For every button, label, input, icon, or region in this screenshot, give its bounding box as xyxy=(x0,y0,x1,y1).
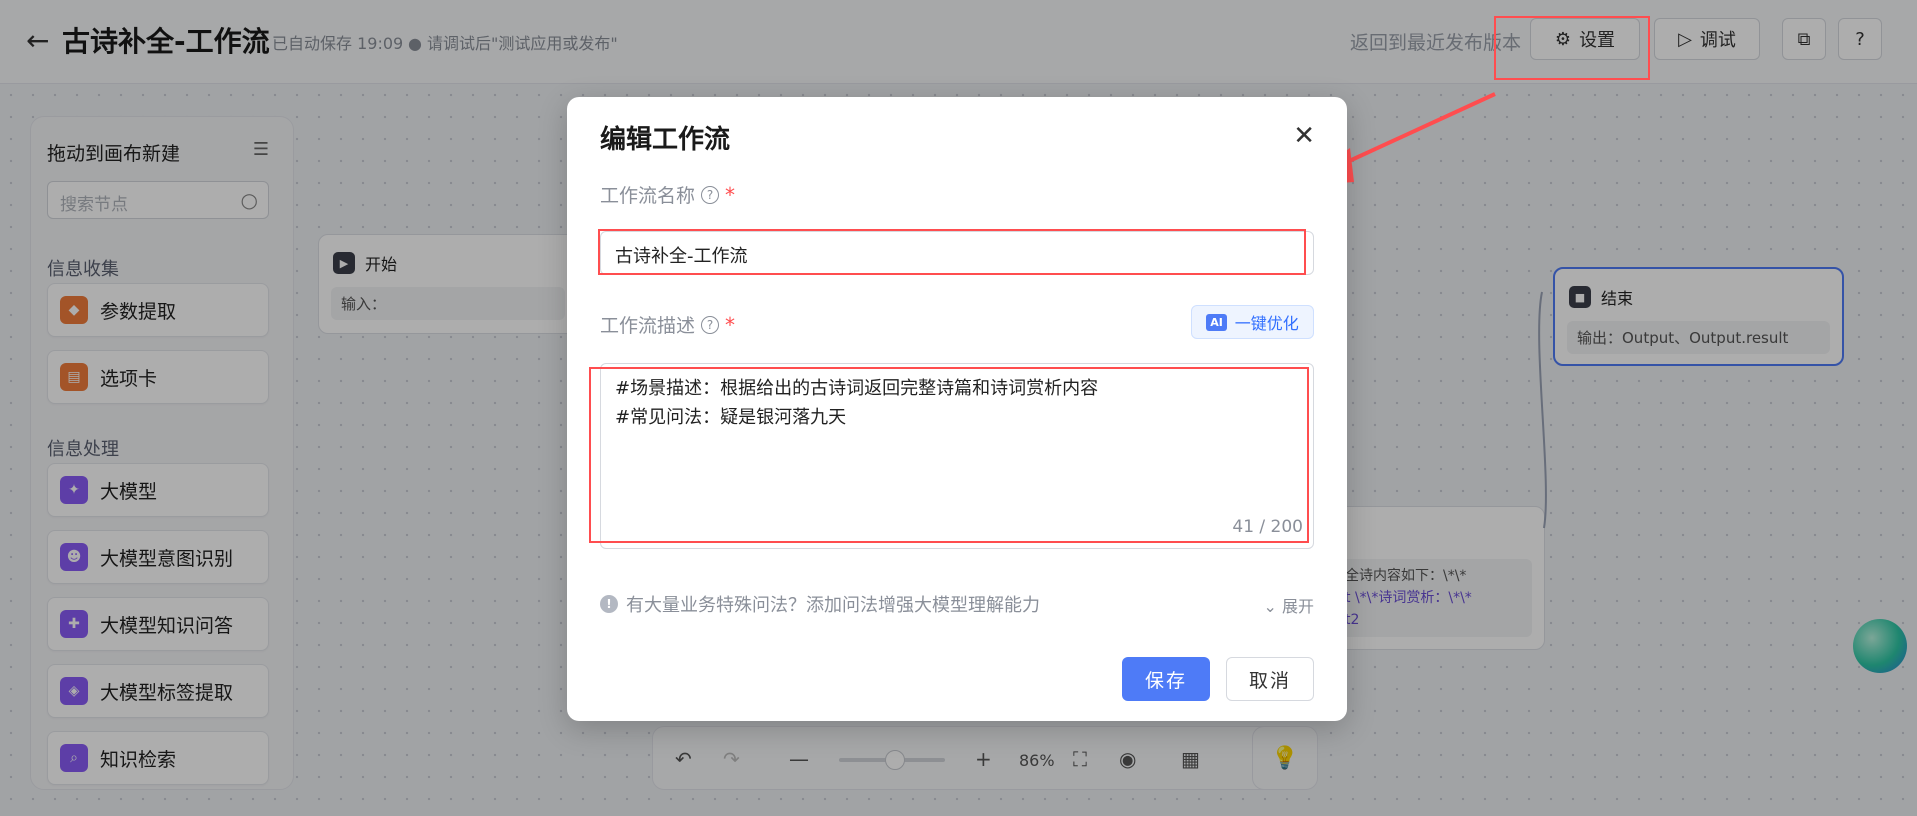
chevron-down-icon: ⌄ xyxy=(1263,597,1277,616)
question-icon[interactable]: ? xyxy=(701,315,720,334)
save-button[interactable]: 保存 xyxy=(1122,657,1210,701)
name-label: 工作流名称 ? * xyxy=(600,181,735,208)
ai-optimize-button[interactable]: AI 一键优化 xyxy=(1191,305,1314,339)
cancel-button[interactable]: 取消 xyxy=(1226,657,1314,701)
dialog-title: 编辑工作流 xyxy=(600,125,731,155)
name-label-text: 工作流名称 xyxy=(600,185,696,207)
desc-label-text: 工作流描述 xyxy=(600,315,696,337)
question-icon[interactable]: ? xyxy=(701,185,720,204)
edit-workflow-dialog: 编辑工作流 ✕ 工作流名称 ? * 古诗补全-工作流 工作流描述 ? * AI … xyxy=(567,97,1347,721)
expand-toggle[interactable]: ⌄ 展开 xyxy=(1263,593,1314,617)
annotation-name-box xyxy=(598,229,1306,275)
annotation-desc-box xyxy=(589,367,1309,543)
desc-label: 工作流描述 ? * xyxy=(600,311,735,338)
close-icon[interactable]: ✕ xyxy=(1293,121,1315,151)
tip-row: ! 有大量业务特殊问法？添加问法增强大模型理解能力 xyxy=(600,591,1040,617)
tip-text: 有大量业务特殊问法？添加问法增强大模型理解能力 xyxy=(626,595,1040,616)
required-mark: * xyxy=(725,182,736,207)
annotation-settings-box xyxy=(1494,16,1650,80)
expand-label: 展开 xyxy=(1281,597,1314,616)
info-icon: ! xyxy=(600,595,618,613)
ai-optimize-label: 一键优化 xyxy=(1234,314,1299,333)
ai-icon: AI xyxy=(1206,313,1227,331)
required-mark: * xyxy=(725,312,736,337)
